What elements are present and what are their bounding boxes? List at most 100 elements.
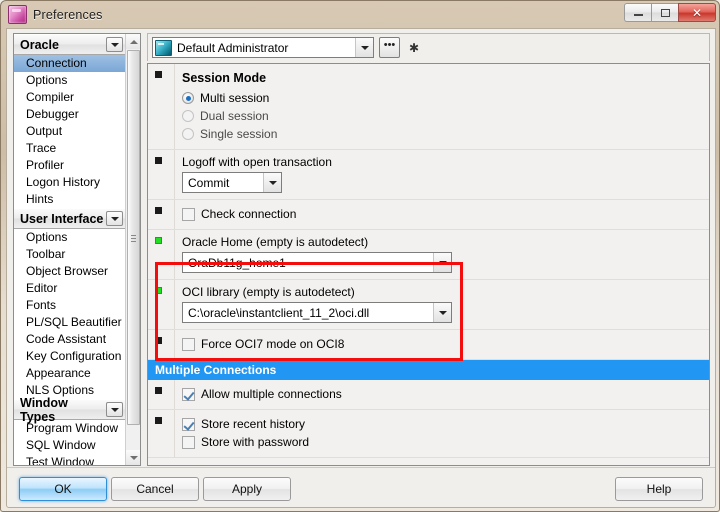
checkbox-icon[interactable]: [182, 207, 195, 221]
window-titlebar: Preferences ✕: [1, 1, 720, 28]
chevron-down-icon[interactable]: [106, 402, 123, 417]
sidebar-item-appearance[interactable]: Appearance: [14, 365, 126, 382]
row-gutter: [148, 200, 175, 229]
minimize-icon: [633, 14, 643, 16]
row-gutter: [148, 150, 175, 199]
sidebar-item-ui-options[interactable]: Options: [14, 229, 126, 246]
sidebar-item-connection[interactable]: Connection: [14, 55, 126, 72]
sidebar-item-toolbar[interactable]: Toolbar: [14, 246, 126, 263]
logoff-label: Logoff with open transaction: [182, 155, 332, 169]
profile-more-button[interactable]: •••: [379, 37, 400, 58]
setting-force-oci7: Force OCI7 mode on OCI8: [148, 330, 709, 360]
scrollbar-thumb[interactable]: [127, 50, 140, 425]
radio-multi-session[interactable]: Multi session: [182, 89, 709, 107]
sidebar-item-key-configuration[interactable]: Key Configuration: [14, 348, 126, 365]
chevron-down-icon[interactable]: [106, 37, 123, 52]
radio-icon[interactable]: [182, 92, 194, 104]
modified-marker-icon[interactable]: [155, 237, 162, 244]
radio-single-session[interactable]: Single session: [182, 125, 709, 143]
logoff-value: Commit: [188, 175, 230, 190]
setting-oracle-home: Oracle Home (empty is autodetect) OraDb1…: [148, 230, 709, 280]
radio-icon[interactable]: [182, 128, 194, 140]
checkbox-icon[interactable]: [182, 435, 195, 449]
sidebar-group-user-interface[interactable]: User Interface: [14, 208, 126, 229]
scroll-up-icon[interactable]: [126, 34, 140, 49]
sidebar-item-sql-window[interactable]: SQL Window: [14, 437, 126, 454]
apply-button[interactable]: Apply: [203, 477, 291, 501]
sidebar-item-logon-history[interactable]: Logon History: [14, 174, 126, 191]
sidebar-scrollbar[interactable]: [125, 34, 140, 465]
default-marker-icon[interactable]: [155, 417, 162, 424]
sidebar-group-label: Oracle: [20, 37, 59, 52]
profile-toolbar: Default Administrator ••• ✱: [147, 33, 710, 61]
minimize-button[interactable]: [624, 3, 651, 22]
sidebar-item-object-browser[interactable]: Object Browser: [14, 263, 126, 280]
radio-icon[interactable]: [182, 110, 194, 122]
sidebar-item-profiler[interactable]: Profiler: [14, 157, 126, 174]
setting-store-history: Store recent history Store with password: [148, 410, 709, 458]
setting-oci-library: OCI library (empty is autodetect) C:\ora…: [148, 280, 709, 330]
sidebar-item-debugger[interactable]: Debugger: [14, 106, 126, 123]
checkbox-label: Store recent history: [201, 417, 306, 431]
checkbox-label: Force OCI7 mode on OCI8: [201, 337, 345, 351]
checkbox-label: Store with password: [201, 435, 310, 449]
checkbox-icon[interactable]: [182, 337, 195, 351]
logoff-combobox[interactable]: Commit: [182, 172, 282, 193]
checkbox-store-with-password[interactable]: Store with password: [182, 433, 709, 451]
sidebar-item-editor[interactable]: Editor: [14, 280, 126, 297]
maximize-icon: [660, 8, 670, 17]
sidebar-item-trace[interactable]: Trace: [14, 140, 126, 157]
radio-label: Multi session: [200, 91, 270, 105]
oracle-home-combobox[interactable]: OraDb11g_home1: [182, 252, 452, 273]
oci-library-combobox[interactable]: C:\oracle\instantclient_11_2\oci.dll: [182, 302, 452, 323]
cancel-button[interactable]: Cancel: [111, 477, 199, 501]
scroll-down-icon[interactable]: [126, 450, 140, 465]
checkbox-check-connection[interactable]: Check connection: [182, 205, 709, 223]
chevron-down-icon[interactable]: [355, 38, 373, 57]
help-button[interactable]: Help: [615, 477, 703, 501]
chevron-down-icon[interactable]: [106, 211, 123, 226]
row-gutter: [148, 280, 175, 329]
default-marker-icon[interactable]: [155, 157, 162, 164]
sidebar-item-plsql-beautifier[interactable]: PL/SQL Beautifier: [14, 314, 126, 331]
close-button[interactable]: ✕: [678, 3, 716, 22]
sidebar-group-label: User Interface: [20, 211, 104, 226]
radio-dual-session[interactable]: Dual session: [182, 107, 709, 125]
checkbox-force-oci7[interactable]: Force OCI7 mode on OCI8: [182, 335, 709, 353]
checkbox-store-recent-history[interactable]: Store recent history: [182, 415, 709, 433]
preferences-window: Preferences ✕ Oracle Connection Options: [0, 0, 720, 512]
sidebar-group-oracle[interactable]: Oracle: [14, 34, 126, 55]
chevron-down-icon[interactable]: [433, 253, 451, 272]
row-gutter: [148, 410, 175, 457]
default-marker-icon[interactable]: [155, 207, 162, 214]
sidebar-item-test-window[interactable]: Test Window: [14, 454, 126, 465]
oci-library-value: C:\oracle\instantclient_11_2\oci.dll: [188, 305, 370, 320]
sidebar-item-program-window[interactable]: Program Window: [14, 420, 126, 437]
chevron-down-icon[interactable]: [263, 173, 281, 192]
checkbox-label: Allow multiple connections: [201, 387, 342, 401]
checkbox-allow-multiple[interactable]: Allow multiple connections: [182, 385, 709, 403]
preferences-app-icon: [8, 5, 27, 24]
sidebar-item-code-assistant[interactable]: Code Assistant: [14, 331, 126, 348]
sidebar-group-window-types[interactable]: Window Types: [14, 396, 126, 424]
default-marker-icon[interactable]: [155, 387, 162, 394]
sidebar-item-options[interactable]: Options: [14, 72, 126, 89]
window-controls: ✕: [624, 3, 716, 22]
sidebar-item-output[interactable]: Output: [14, 123, 126, 140]
chevron-down-icon[interactable]: [433, 303, 451, 322]
modified-marker-icon[interactable]: [155, 287, 162, 294]
sidebar-item-fonts[interactable]: Fonts: [14, 297, 126, 314]
default-marker-icon[interactable]: [155, 337, 162, 344]
window-title: Preferences: [33, 7, 103, 22]
checkbox-icon[interactable]: [182, 417, 195, 431]
checkbox-icon[interactable]: [182, 387, 195, 401]
sidebar-item-compiler[interactable]: Compiler: [14, 89, 126, 106]
maximize-button[interactable]: [651, 3, 678, 22]
profile-combobox[interactable]: Default Administrator: [152, 37, 374, 58]
default-marker-icon[interactable]: [155, 71, 162, 78]
ok-button[interactable]: OK: [19, 477, 107, 501]
dialog-footer: OK Cancel Apply Help: [7, 467, 715, 507]
preferences-category-list[interactable]: Oracle Connection Options Compiler Debug…: [13, 33, 141, 466]
modified-marker: ✱: [409, 40, 420, 55]
sidebar-item-hints[interactable]: Hints: [14, 191, 126, 208]
